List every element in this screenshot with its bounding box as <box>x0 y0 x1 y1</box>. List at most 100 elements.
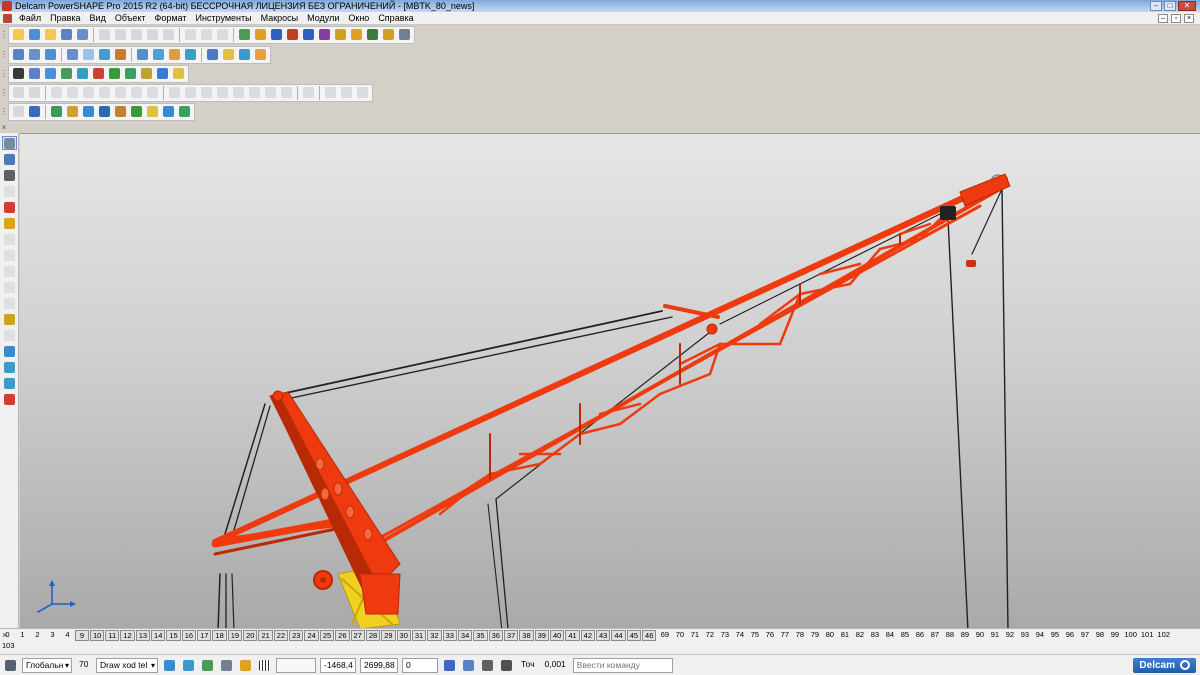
view-toolbar-tool-2-0-icon[interactable] <box>135 47 150 62</box>
surface-toolbar-tool-0-1-icon[interactable] <box>27 85 42 100</box>
tolerance-settings-icon[interactable] <box>499 658 514 673</box>
view-toolbar-tool-2-3-icon[interactable] <box>183 47 198 62</box>
level-button-81[interactable]: 81 <box>837 630 852 641</box>
main-toolbar-tool-3-1-icon[interactable] <box>253 27 268 42</box>
level-button-72[interactable]: 72 <box>702 630 717 641</box>
level-button-37[interactable]: 37 <box>503 630 519 641</box>
left-tool-1-icon[interactable] <box>2 152 17 166</box>
level-button-74[interactable]: 74 <box>732 630 747 641</box>
minimize-button[interactable]: – <box>1150 1 1162 11</box>
level-button-23[interactable]: 23 <box>289 630 304 641</box>
surface-toolbar-tool-4-0-icon[interactable] <box>323 85 338 100</box>
level-button-42[interactable]: 42 <box>580 630 595 641</box>
main-toolbar-tool-3-7-icon[interactable] <box>349 27 364 42</box>
surface-toolbar-tool-1-1-icon[interactable] <box>65 85 80 100</box>
tolerance-value[interactable]: 0,001 <box>542 658 569 673</box>
main-toolbar-tool-3-2-icon[interactable] <box>269 27 284 42</box>
level-button-90[interactable]: 90 <box>972 630 987 641</box>
coordinate-x[interactable]: -1468,4 <box>320 657 356 673</box>
level-button-33[interactable]: 33 <box>442 630 457 641</box>
left-tool-2-icon[interactable] <box>2 168 17 182</box>
surface-toolbar-tool-2-6-icon[interactable] <box>263 85 278 100</box>
left-tool-8-icon[interactable] <box>2 264 17 278</box>
view-toolbar-grip-icon[interactable]: ⋮ <box>0 46 8 63</box>
view-toolbar-tool-0-0-icon[interactable] <box>11 47 26 62</box>
level-button-96[interactable]: 96 <box>1062 630 1077 641</box>
left-tool-15-icon[interactable] <box>2 376 17 390</box>
main-toolbar-tool-1-3-icon[interactable] <box>145 27 160 42</box>
object-toolbar-tool-0-9-icon[interactable] <box>155 66 170 81</box>
level-button-43[interactable]: 43 <box>596 630 611 641</box>
level-button-30[interactable]: 30 <box>396 630 411 641</box>
menu-object[interactable]: Объект <box>111 12 151 24</box>
view-toolbar-tool-2-1-icon[interactable] <box>151 47 166 62</box>
level-button-100[interactable]: 100 <box>1122 630 1139 641</box>
main-toolbar-tool-3-5-icon[interactable] <box>317 27 332 42</box>
solid-toolbar-grip-icon[interactable]: ⋮ <box>0 103 8 120</box>
level-button-13[interactable]: 13 <box>135 630 151 641</box>
level-button-26[interactable]: 26 <box>335 630 350 641</box>
object-toolbar-tool-0-8-icon[interactable] <box>139 66 154 81</box>
left-tool-4-icon[interactable] <box>2 200 17 214</box>
level-button-69[interactable]: 69 <box>657 630 672 641</box>
main-toolbar-tool-3-4-icon[interactable] <box>301 27 316 42</box>
surface-toolbar-grip-icon[interactable]: ⋮ <box>0 84 8 101</box>
principal-plane-icon[interactable] <box>480 658 495 673</box>
level-button-22[interactable]: 22 <box>273 630 289 641</box>
level-button-78[interactable]: 78 <box>792 630 807 641</box>
tolerance-icon[interactable] <box>461 658 476 673</box>
document-icon[interactable] <box>3 13 12 23</box>
menu-tools[interactable]: Инструменты <box>191 12 256 24</box>
solid-toolbar-tool-1-6-icon[interactable] <box>145 104 160 119</box>
solid-toolbar-tool-1-1-icon[interactable] <box>65 104 80 119</box>
surface-toolbar-tool-2-2-icon[interactable] <box>199 85 214 100</box>
surface-toolbar-tool-2-1-icon[interactable] <box>183 85 198 100</box>
graphics-viewport[interactable] <box>20 133 1200 628</box>
surface-toolbar-tool-1-5-icon[interactable] <box>129 85 144 100</box>
surface-toolbar-tool-1-0-icon[interactable] <box>49 85 64 100</box>
level-button-0[interactable]: 0 <box>0 630 15 641</box>
main-toolbar-tool-3-8-icon[interactable] <box>365 27 380 42</box>
level-button-84[interactable]: 84 <box>882 630 897 641</box>
view-toolbar-tool-1-0-icon[interactable] <box>65 47 80 62</box>
menu-format[interactable]: Формат <box>151 12 192 24</box>
solid-toolbar-tool-1-7-icon[interactable] <box>161 104 176 119</box>
grid-icon[interactable] <box>257 658 272 673</box>
surface-toolbar-tool-2-5-icon[interactable] <box>247 85 262 100</box>
left-tool-0-icon[interactable] <box>1 136 17 150</box>
view-toolbar-tool-3-2-icon[interactable] <box>237 47 252 62</box>
level-button-92[interactable]: 92 <box>1002 630 1017 641</box>
level-button-41[interactable]: 41 <box>565 630 580 641</box>
left-tool-12-icon[interactable] <box>2 328 17 342</box>
object-toolbar-tool-0-6-icon[interactable] <box>107 66 122 81</box>
menu-modules[interactable]: Модули <box>303 12 344 24</box>
level-button-31[interactable]: 31 <box>411 630 427 641</box>
level-button-17[interactable]: 17 <box>197 630 212 641</box>
level-button-32[interactable]: 32 <box>427 630 442 641</box>
level-button-21[interactable]: 21 <box>258 630 273 641</box>
level-button-34[interactable]: 34 <box>457 630 473 641</box>
left-tool-13-icon[interactable] <box>2 344 17 358</box>
level-button-20[interactable]: 20 <box>243 630 258 641</box>
level-button-40[interactable]: 40 <box>549 630 565 641</box>
left-tool-3-icon[interactable] <box>2 184 17 198</box>
surface-toolbar-tool-2-3-icon[interactable] <box>215 85 230 100</box>
menu-macros[interactable]: Макросы <box>257 12 304 24</box>
coordinate-z[interactable]: 0 <box>402 657 438 673</box>
doc-restore-button[interactable]: ▫ <box>1171 13 1181 23</box>
level-button-98[interactable]: 98 <box>1092 630 1107 641</box>
main-toolbar-tool-1-2-icon[interactable] <box>129 27 144 42</box>
left-tool-10-icon[interactable] <box>2 296 17 310</box>
level-button-80[interactable]: 80 <box>822 630 837 641</box>
level-button-36[interactable]: 36 <box>488 630 503 641</box>
main-toolbar-grip-icon[interactable]: ⋮ <box>0 26 8 43</box>
object-toolbar-tool-0-5-icon[interactable] <box>91 66 106 81</box>
view-toolbar-tool-1-2-icon[interactable] <box>97 47 112 62</box>
workplane-select[interactable]: Глобальн <box>22 657 72 673</box>
surface-toolbar-tool-2-7-icon[interactable] <box>279 85 294 100</box>
level-button-11[interactable]: 11 <box>105 630 120 641</box>
level-button-73[interactable]: 73 <box>717 630 732 641</box>
menu-view[interactable]: Вид <box>86 12 111 24</box>
main-toolbar-tool-0-2-icon[interactable] <box>43 27 58 42</box>
level-button-93[interactable]: 93 <box>1017 630 1032 641</box>
